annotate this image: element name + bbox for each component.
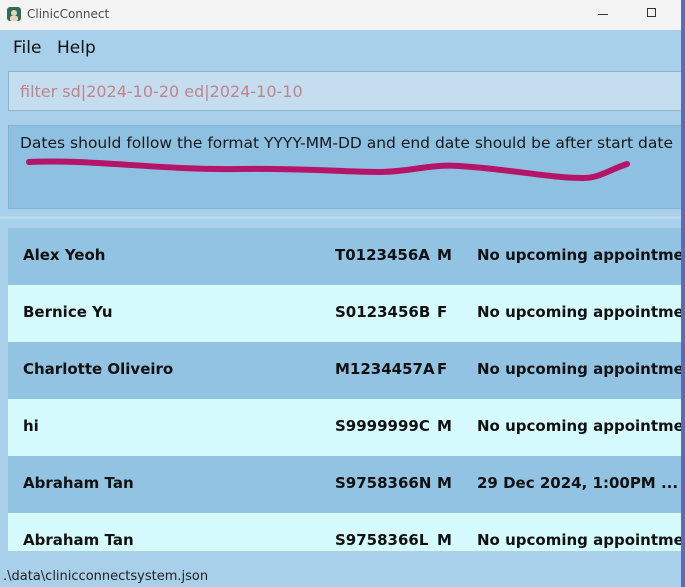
patient-ic: M1234457A	[335, 360, 435, 378]
patient-card[interactable]: Abraham Tan S9758366L M No upcoming appo…	[8, 513, 681, 551]
patient-appointment: No upcoming appointment	[477, 417, 681, 435]
maximize-icon[interactable]	[647, 8, 656, 17]
annotation-underline	[26, 158, 630, 181]
desktop-edge	[681, 0, 685, 587]
patient-name: Alex Yeoh	[23, 246, 106, 264]
patient-list[interactable]: Alex Yeoh T0123456A M No upcoming appoin…	[8, 228, 681, 551]
patient-card[interactable]: hi S9999999C M No upcoming appointment	[8, 399, 681, 456]
patient-appointment: No upcoming appointment	[477, 360, 681, 378]
menu-file[interactable]: File	[13, 38, 41, 58]
patient-ic: S9758366N	[335, 474, 432, 492]
command-input-text: filter sd|2024-10-20 ed|2024-10-10	[20, 82, 303, 101]
app-logo-icon	[7, 7, 21, 21]
status-bar: .\data\clinicconnectsystem.json	[0, 565, 681, 587]
patient-sex: M	[437, 246, 452, 264]
window-title: ClinicConnect	[27, 7, 110, 21]
result-display: Dates should follow the format YYYY-MM-D…	[8, 125, 681, 209]
menu-help[interactable]: Help	[57, 38, 96, 58]
data-file-path: .\data\clinicconnectsystem.json	[3, 569, 209, 584]
patient-name: hi	[23, 417, 39, 435]
command-input[interactable]: filter sd|2024-10-20 ed|2024-10-10	[8, 71, 681, 111]
patient-appointment: No upcoming appointment	[477, 531, 681, 549]
patient-card[interactable]: Abraham Tan S9758366N M 29 Dec 2024, 1:0…	[8, 456, 681, 513]
patient-name: Bernice Yu	[23, 303, 113, 321]
patient-card[interactable]: Charlotte Oliveiro M1234457A F No upcomi…	[8, 342, 681, 399]
patient-sex: M	[437, 531, 452, 549]
patient-ic: S9999999C	[335, 417, 430, 435]
menu-bar: File Help	[0, 30, 681, 66]
patient-ic: T0123456A	[335, 246, 430, 264]
patient-appointment: No upcoming appointment	[477, 246, 681, 264]
patient-name: Charlotte Oliveiro	[23, 360, 174, 378]
patient-sex: M	[437, 474, 452, 492]
patient-ic: S9758366L	[335, 531, 429, 549]
minimize-icon[interactable]	[598, 14, 608, 15]
patient-name: Abraham Tan	[23, 474, 134, 492]
patient-appointment: No upcoming appointment	[477, 303, 681, 321]
patient-card[interactable]: Alex Yeoh T0123456A M No upcoming appoin…	[8, 228, 681, 285]
patient-sex: F	[437, 360, 448, 378]
divider	[0, 216, 681, 219]
patient-appointment: 29 Dec 2024, 1:00PM ...	[477, 474, 679, 492]
patient-sex: F	[437, 303, 448, 321]
patient-name: Abraham Tan	[23, 531, 134, 549]
title-bar: ClinicConnect	[0, 0, 685, 30]
patient-ic: S0123456B	[335, 303, 431, 321]
patient-sex: M	[437, 417, 452, 435]
main-window: File Help filter sd|2024-10-20 ed|2024-1…	[0, 30, 681, 587]
patient-card[interactable]: Bernice Yu S0123456B F No upcoming appoi…	[8, 285, 681, 342]
